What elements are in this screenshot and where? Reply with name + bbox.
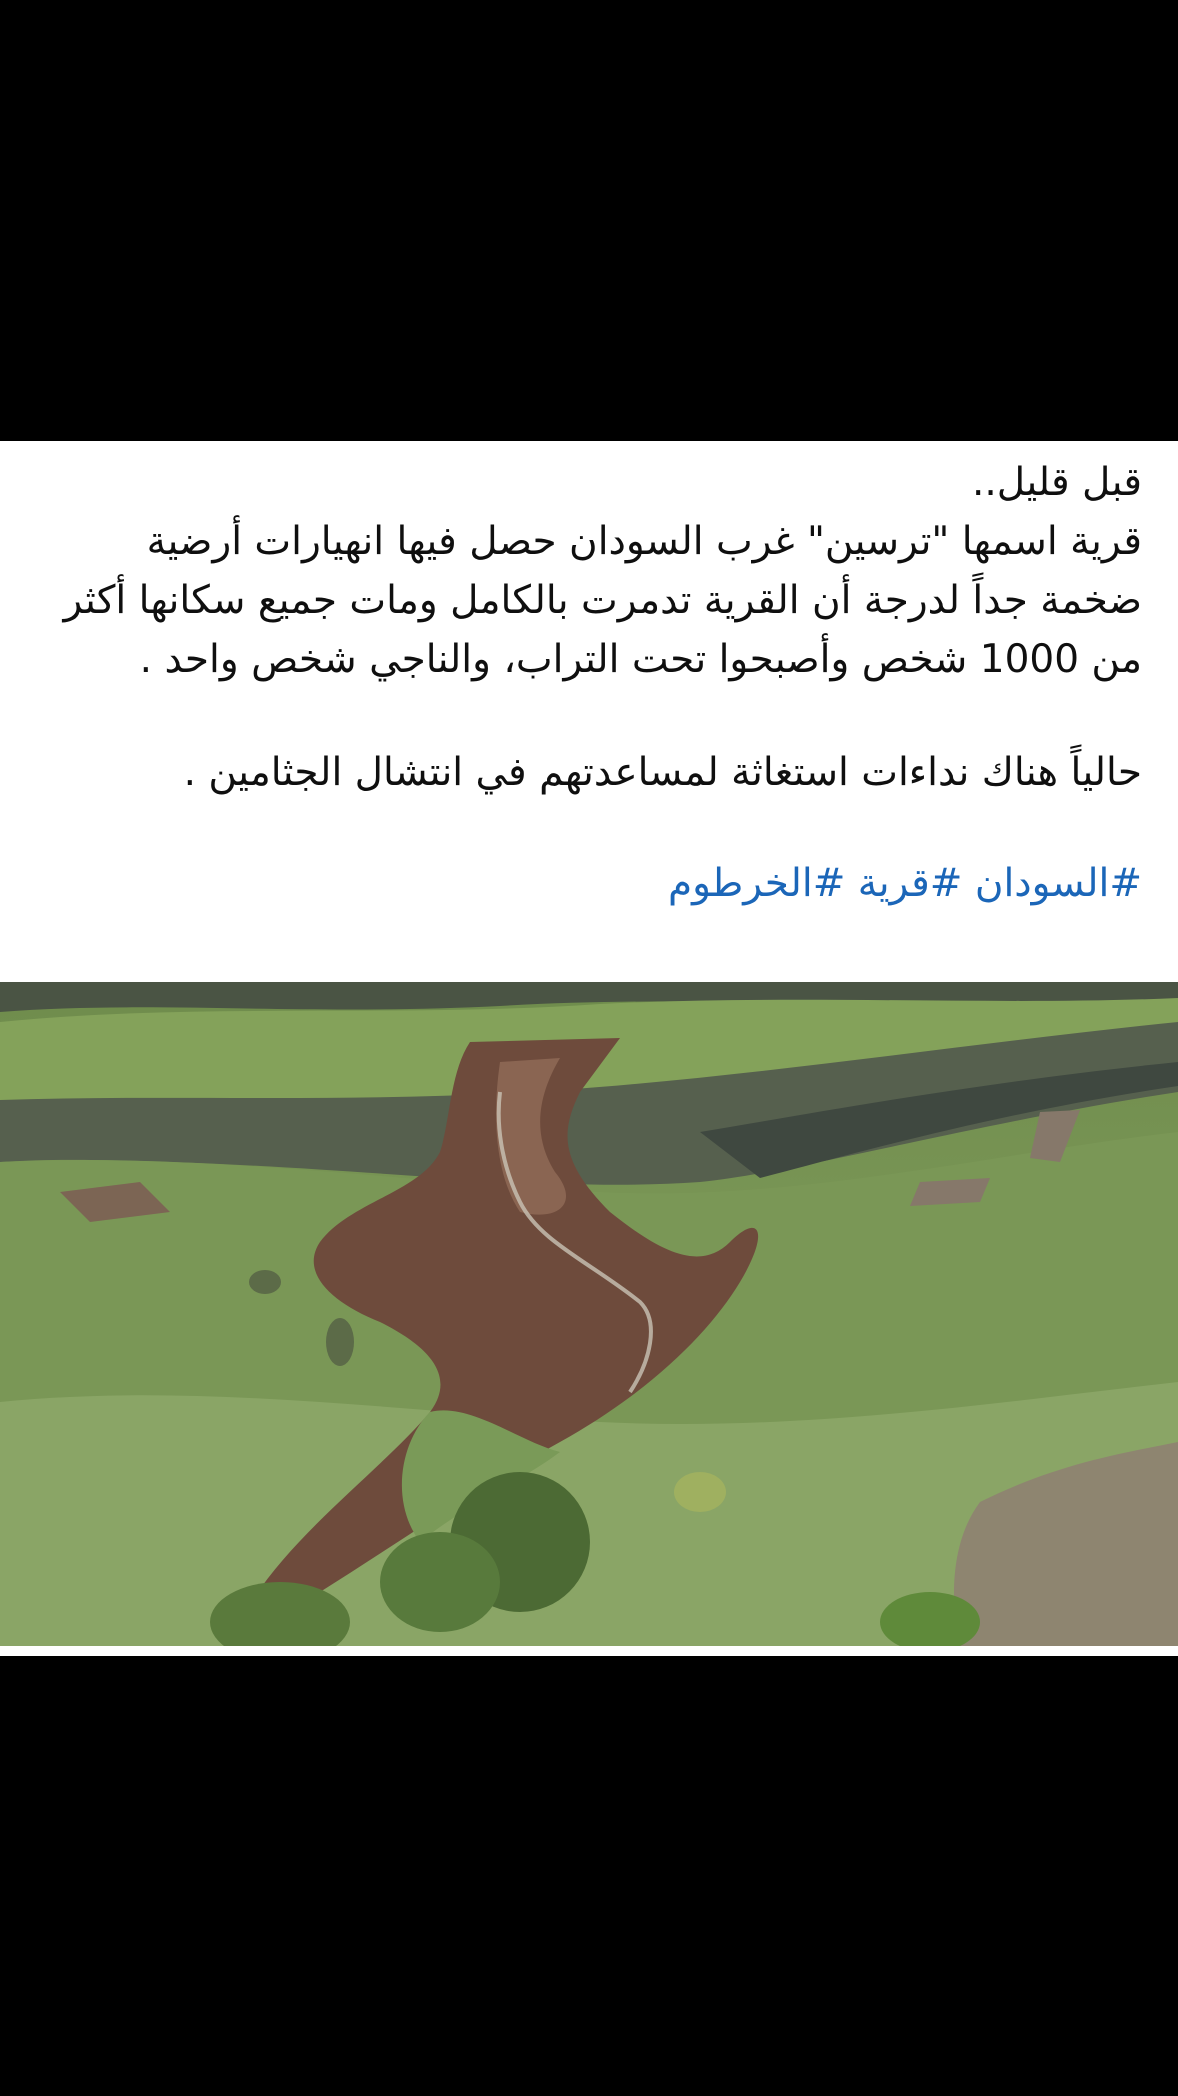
top-black-area: [0, 0, 1178, 441]
post-intro-line: قبل قليل..: [972, 460, 1142, 505]
post-paragraph-1: قرية اسمها "ترسين" غرب السودان حصل فيها …: [63, 519, 1142, 682]
bottom-black-area: [0, 1656, 1178, 2096]
landslide-photo-image: [0, 982, 1178, 1646]
hashtag-sudan[interactable]: #السودان: [975, 861, 1142, 906]
hashtag-village[interactable]: #قرية: [858, 861, 963, 906]
post-card: قبل قليل.. قرية اسمها "ترسين" غرب السودا…: [0, 441, 1178, 1656]
post-photo[interactable]: [0, 982, 1178, 1646]
hashtag-khartoum[interactable]: #الخرطوم: [668, 861, 845, 906]
post-paragraph-2: حالياً هناك نداءات استغاثة لمساعدتهم في …: [183, 750, 1142, 795]
hashtags: #السودان #قرية #الخرطوم: [40, 854, 1142, 913]
post-text: قبل قليل.. قرية اسمها "ترسين" غرب السودا…: [40, 453, 1142, 913]
